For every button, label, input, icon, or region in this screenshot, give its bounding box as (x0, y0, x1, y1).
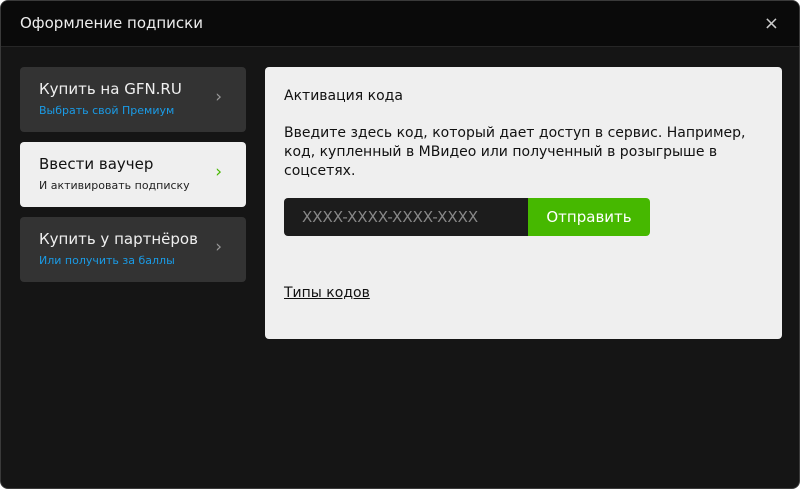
code-input[interactable] (284, 198, 528, 236)
code-types-link[interactable]: Типы кодов (284, 285, 370, 301)
sidebar-item-sub: Или получить за баллы (39, 254, 175, 267)
sidebar-item-partners[interactable]: Купить у партнёров Или получить за баллы… (20, 217, 246, 282)
dialog-header: Оформление подписки × (1, 1, 799, 47)
submit-button[interactable]: Отправить (528, 198, 650, 236)
panel-heading: Активация кода (284, 88, 403, 104)
sidebar-item-sub: И активировать подписку (39, 179, 190, 192)
chevron-right-icon: › (215, 87, 222, 107)
close-icon[interactable]: × (764, 13, 779, 34)
chevron-right-icon: › (215, 162, 222, 182)
subscription-dialog: Оформление подписки × Купить на GFN.RU В… (0, 0, 800, 489)
sidebar-item-buy-gfn[interactable]: Купить на GFN.RU Выбрать свой Премиум › (20, 67, 246, 132)
sidebar-item-label: Купить на GFN.RU (39, 80, 182, 98)
chevron-right-icon: › (215, 237, 222, 257)
sidebar-item-label: Ввести ваучер (39, 155, 154, 173)
sidebar-item-label: Купить у партнёров (39, 230, 198, 248)
sidebar-item-sub: Выбрать свой Премиум (39, 104, 175, 117)
dialog-title: Оформление подписки (20, 14, 203, 32)
code-activation-panel: Активация кода Введите здесь код, которы… (265, 67, 782, 339)
panel-description: Введите здесь код, который дает доступ в… (284, 125, 746, 179)
sidebar-item-voucher[interactable]: Ввести ваучер И активировать подписку › (20, 142, 246, 207)
